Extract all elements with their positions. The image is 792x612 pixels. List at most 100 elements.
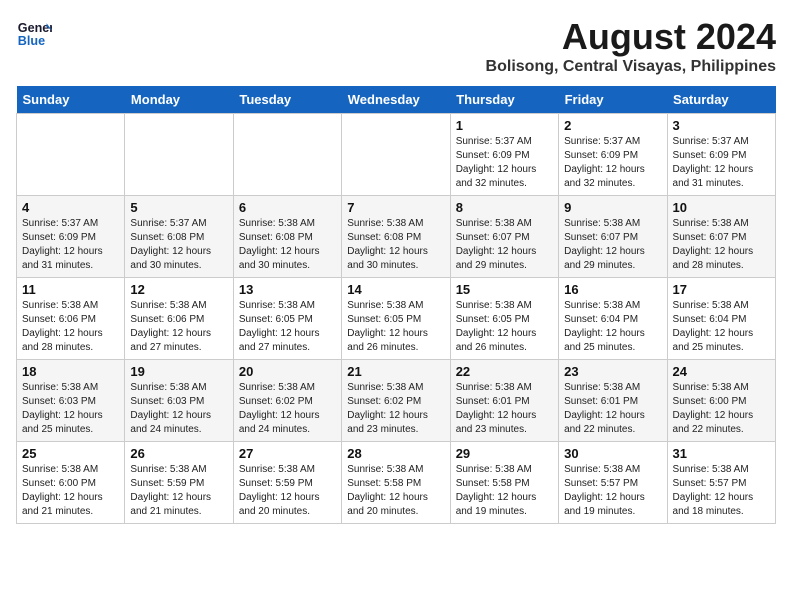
day-info: Sunrise: 5:38 AM Sunset: 5:58 PM Dayligh… bbox=[456, 463, 553, 519]
weekday-header-tuesday: Tuesday bbox=[233, 86, 341, 114]
calendar-cell: 29 Sunrise: 5:38 AM Sunset: 5:58 PM Dayli… bbox=[450, 442, 558, 524]
calendar-cell: 27 Sunrise: 5:38 AM Sunset: 5:59 PM Dayli… bbox=[233, 442, 341, 524]
day-number: 5 bbox=[130, 200, 227, 215]
day-info: Sunrise: 5:37 AM Sunset: 6:09 PM Dayligh… bbox=[456, 135, 553, 191]
calendar-cell: 16Sunrise: 5:38 AM Sunset: 6:04 PM Dayli… bbox=[559, 278, 667, 360]
calendar-week-1: 1Sunrise: 5:37 AM Sunset: 6:09 PM Daylig… bbox=[17, 114, 776, 196]
day-number: 20 bbox=[239, 364, 336, 379]
day-info: Sunrise: 5:38 AM Sunset: 5:57 PM Dayligh… bbox=[564, 463, 661, 519]
calendar-cell: 21 Sunrise: 5:38 AM Sunset: 6:02 PM Dayli… bbox=[342, 360, 450, 442]
calendar-cell bbox=[17, 114, 125, 196]
day-info: Sunrise: 5:38 AM Sunset: 6:00 PM Dayligh… bbox=[673, 381, 770, 437]
calendar-cell: 1Sunrise: 5:37 AM Sunset: 6:09 PM Daylig… bbox=[450, 114, 558, 196]
calendar-cell: 30Sunrise: 5:38 AM Sunset: 5:57 PM Dayli… bbox=[559, 442, 667, 524]
weekday-header-saturday: Saturday bbox=[667, 86, 775, 114]
calendar-cell: 10 Sunrise: 5:38 AM Sunset: 6:07 PM Dayli… bbox=[667, 196, 775, 278]
day-info: Sunrise: 5:38 AM Sunset: 6:02 PM Dayligh… bbox=[347, 381, 444, 437]
day-info: Sunrise: 5:38 AM Sunset: 5:58 PM Dayligh… bbox=[347, 463, 444, 519]
month-year-title: August 2024 bbox=[486, 16, 776, 58]
weekday-header-thursday: Thursday bbox=[450, 86, 558, 114]
weekday-header-sunday: Sunday bbox=[17, 86, 125, 114]
day-number: 23 bbox=[564, 364, 661, 379]
calendar-week-5: 25 Sunrise: 5:38 AM Sunset: 6:00 PM Dayli… bbox=[17, 442, 776, 524]
day-info: Sunrise: 5:38 AM Sunset: 6:08 PM Dayligh… bbox=[239, 217, 336, 273]
day-number: 25 bbox=[22, 446, 119, 461]
calendar-cell: 11Sunrise: 5:38 AM Sunset: 6:06 PM Dayli… bbox=[17, 278, 125, 360]
calendar-cell: 4 Sunrise: 5:37 AM Sunset: 6:09 PM Daylig… bbox=[17, 196, 125, 278]
day-number: 12 bbox=[130, 282, 227, 297]
weekday-header-monday: Monday bbox=[125, 86, 233, 114]
calendar-cell: 26 Sunrise: 5:38 AM Sunset: 5:59 PM Dayli… bbox=[125, 442, 233, 524]
day-info: Sunrise: 5:38 AM Sunset: 5:59 PM Dayligh… bbox=[130, 463, 227, 519]
day-info: Sunrise: 5:38 AM Sunset: 6:05 PM Dayligh… bbox=[347, 299, 444, 355]
day-number: 17 bbox=[673, 282, 770, 297]
day-info: Sunrise: 5:38 AM Sunset: 6:04 PM Dayligh… bbox=[673, 299, 770, 355]
day-info: Sunrise: 5:37 AM Sunset: 6:09 PM Dayligh… bbox=[673, 135, 770, 191]
day-info: Sunrise: 5:38 AM Sunset: 6:01 PM Dayligh… bbox=[456, 381, 553, 437]
calendar-cell: 3 Sunrise: 5:37 AM Sunset: 6:09 PM Daylig… bbox=[667, 114, 775, 196]
calendar-cell: 14 Sunrise: 5:38 AM Sunset: 6:05 PM Dayli… bbox=[342, 278, 450, 360]
day-info: Sunrise: 5:38 AM Sunset: 6:02 PM Dayligh… bbox=[239, 381, 336, 437]
logo: General Blue bbox=[16, 16, 52, 52]
day-info: Sunrise: 5:37 AM Sunset: 6:09 PM Dayligh… bbox=[22, 217, 119, 273]
page-header: General Blue August 2024 Bolisong, Centr… bbox=[16, 16, 776, 76]
day-info: Sunrise: 5:38 AM Sunset: 6:07 PM Dayligh… bbox=[564, 217, 661, 273]
day-number: 7 bbox=[347, 200, 444, 215]
day-number: 2 bbox=[564, 118, 661, 133]
logo-icon: General Blue bbox=[16, 16, 52, 52]
day-info: Sunrise: 5:37 AM Sunset: 6:09 PM Dayligh… bbox=[564, 135, 661, 191]
day-info: Sunrise: 5:38 AM Sunset: 6:03 PM Dayligh… bbox=[22, 381, 119, 437]
day-number: 24 bbox=[673, 364, 770, 379]
calendar-week-4: 18 Sunrise: 5:38 AM Sunset: 6:03 PM Dayli… bbox=[17, 360, 776, 442]
calendar-cell: 25 Sunrise: 5:38 AM Sunset: 6:00 PM Dayli… bbox=[17, 442, 125, 524]
day-number: 18 bbox=[22, 364, 119, 379]
day-number: 8 bbox=[456, 200, 553, 215]
day-number: 29 bbox=[456, 446, 553, 461]
calendar-cell: 18 Sunrise: 5:38 AM Sunset: 6:03 PM Dayli… bbox=[17, 360, 125, 442]
day-info: Sunrise: 5:38 AM Sunset: 6:07 PM Dayligh… bbox=[673, 217, 770, 273]
weekday-header-row: SundayMondayTuesdayWednesdayThursdayFrid… bbox=[17, 86, 776, 114]
calendar-cell bbox=[125, 114, 233, 196]
day-number: 26 bbox=[130, 446, 227, 461]
day-number: 15 bbox=[456, 282, 553, 297]
day-info: Sunrise: 5:37 AM Sunset: 6:08 PM Dayligh… bbox=[130, 217, 227, 273]
calendar-cell bbox=[233, 114, 341, 196]
day-info: Sunrise: 5:38 AM Sunset: 6:01 PM Dayligh… bbox=[564, 381, 661, 437]
calendar-cell: 13Sunrise: 5:38 AM Sunset: 6:05 PM Dayli… bbox=[233, 278, 341, 360]
calendar-cell: 9 Sunrise: 5:38 AM Sunset: 6:07 PM Daylig… bbox=[559, 196, 667, 278]
calendar-cell: 7Sunrise: 5:38 AM Sunset: 6:08 PM Daylig… bbox=[342, 196, 450, 278]
day-info: Sunrise: 5:38 AM Sunset: 6:03 PM Dayligh… bbox=[130, 381, 227, 437]
day-number: 14 bbox=[347, 282, 444, 297]
location-subtitle: Bolisong, Central Visayas, Philippines bbox=[486, 58, 776, 76]
day-info: Sunrise: 5:38 AM Sunset: 6:04 PM Dayligh… bbox=[564, 299, 661, 355]
calendar-cell: 22 Sunrise: 5:38 AM Sunset: 6:01 PM Dayli… bbox=[450, 360, 558, 442]
calendar-cell: 19 Sunrise: 5:38 AM Sunset: 6:03 PM Dayli… bbox=[125, 360, 233, 442]
day-number: 27 bbox=[239, 446, 336, 461]
calendar-cell bbox=[342, 114, 450, 196]
day-number: 4 bbox=[22, 200, 119, 215]
svg-text:Blue: Blue bbox=[18, 34, 45, 48]
calendar-cell: 28 Sunrise: 5:38 AM Sunset: 5:58 PM Dayli… bbox=[342, 442, 450, 524]
day-info: Sunrise: 5:38 AM Sunset: 5:59 PM Dayligh… bbox=[239, 463, 336, 519]
calendar-cell: 6 Sunrise: 5:38 AM Sunset: 6:08 PM Daylig… bbox=[233, 196, 341, 278]
day-info: Sunrise: 5:38 AM Sunset: 6:07 PM Dayligh… bbox=[456, 217, 553, 273]
calendar-cell: 15Sunrise: 5:38 AM Sunset: 6:05 PM Dayli… bbox=[450, 278, 558, 360]
day-number: 19 bbox=[130, 364, 227, 379]
day-number: 13 bbox=[239, 282, 336, 297]
day-info: Sunrise: 5:38 AM Sunset: 5:57 PM Dayligh… bbox=[673, 463, 770, 519]
calendar-cell: 8 Sunrise: 5:38 AM Sunset: 6:07 PM Daylig… bbox=[450, 196, 558, 278]
weekday-header-wednesday: Wednesday bbox=[342, 86, 450, 114]
day-number: 9 bbox=[564, 200, 661, 215]
day-number: 31 bbox=[673, 446, 770, 461]
day-info: Sunrise: 5:38 AM Sunset: 6:00 PM Dayligh… bbox=[22, 463, 119, 519]
day-number: 22 bbox=[456, 364, 553, 379]
day-number: 21 bbox=[347, 364, 444, 379]
calendar-week-2: 4 Sunrise: 5:37 AM Sunset: 6:09 PM Daylig… bbox=[17, 196, 776, 278]
calendar-cell: 24 Sunrise: 5:38 AM Sunset: 6:00 PM Dayli… bbox=[667, 360, 775, 442]
calendar-cell: 5 Sunrise: 5:37 AM Sunset: 6:08 PM Daylig… bbox=[125, 196, 233, 278]
day-number: 28 bbox=[347, 446, 444, 461]
day-number: 10 bbox=[673, 200, 770, 215]
calendar-week-3: 11Sunrise: 5:38 AM Sunset: 6:06 PM Dayli… bbox=[17, 278, 776, 360]
day-number: 6 bbox=[239, 200, 336, 215]
day-number: 3 bbox=[673, 118, 770, 133]
